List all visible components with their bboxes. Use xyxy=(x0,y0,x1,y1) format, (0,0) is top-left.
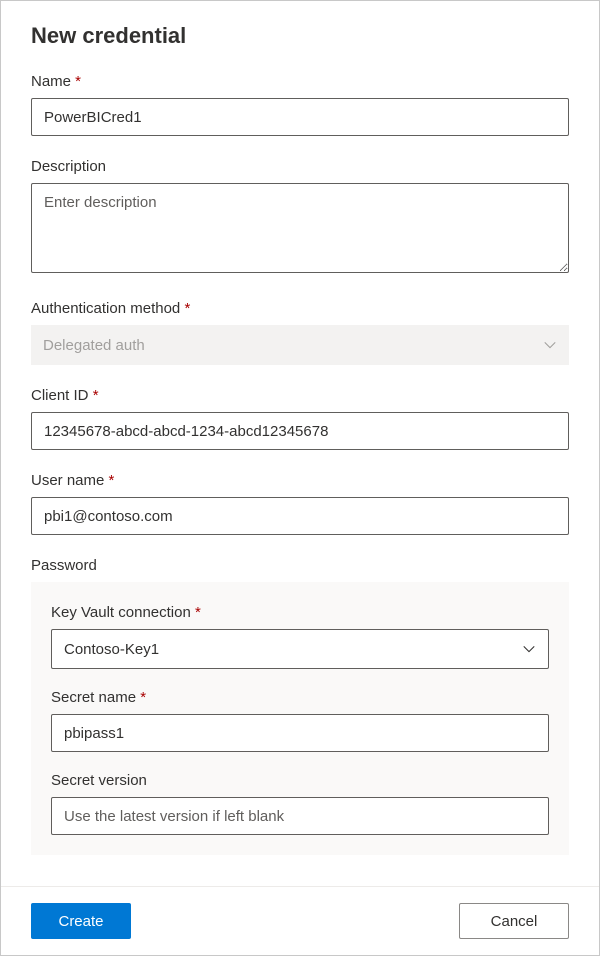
username-input[interactable] xyxy=(31,497,569,535)
auth-method-label: Authentication method xyxy=(31,300,569,317)
password-section: Key Vault connection Contoso-Key1 Secret… xyxy=(31,582,569,855)
page-title: New credential xyxy=(31,23,569,49)
footer: Create Cancel xyxy=(1,886,599,955)
create-button[interactable]: Create xyxy=(31,903,131,939)
auth-method-value: Delegated auth xyxy=(43,337,145,354)
client-id-label: Client ID xyxy=(31,387,569,404)
secret-name-input[interactable] xyxy=(51,714,549,752)
client-id-input[interactable] xyxy=(31,412,569,450)
username-label: User name xyxy=(31,472,569,489)
password-label: Password xyxy=(31,557,569,574)
key-vault-value: Contoso-Key1 xyxy=(64,641,159,658)
key-vault-select[interactable]: Contoso-Key1 xyxy=(51,629,549,669)
secret-name-label: Secret name xyxy=(51,689,549,706)
secret-version-label: Secret version xyxy=(51,772,549,789)
name-label: Name xyxy=(31,73,569,90)
chevron-down-icon xyxy=(522,642,536,656)
chevron-down-icon xyxy=(543,338,557,352)
description-input[interactable] xyxy=(31,183,569,273)
key-vault-label: Key Vault connection xyxy=(51,604,549,621)
name-input[interactable] xyxy=(31,98,569,136)
auth-method-select: Delegated auth xyxy=(31,325,569,365)
secret-version-input[interactable] xyxy=(51,797,549,835)
description-label: Description xyxy=(31,158,569,175)
cancel-button[interactable]: Cancel xyxy=(459,903,569,939)
